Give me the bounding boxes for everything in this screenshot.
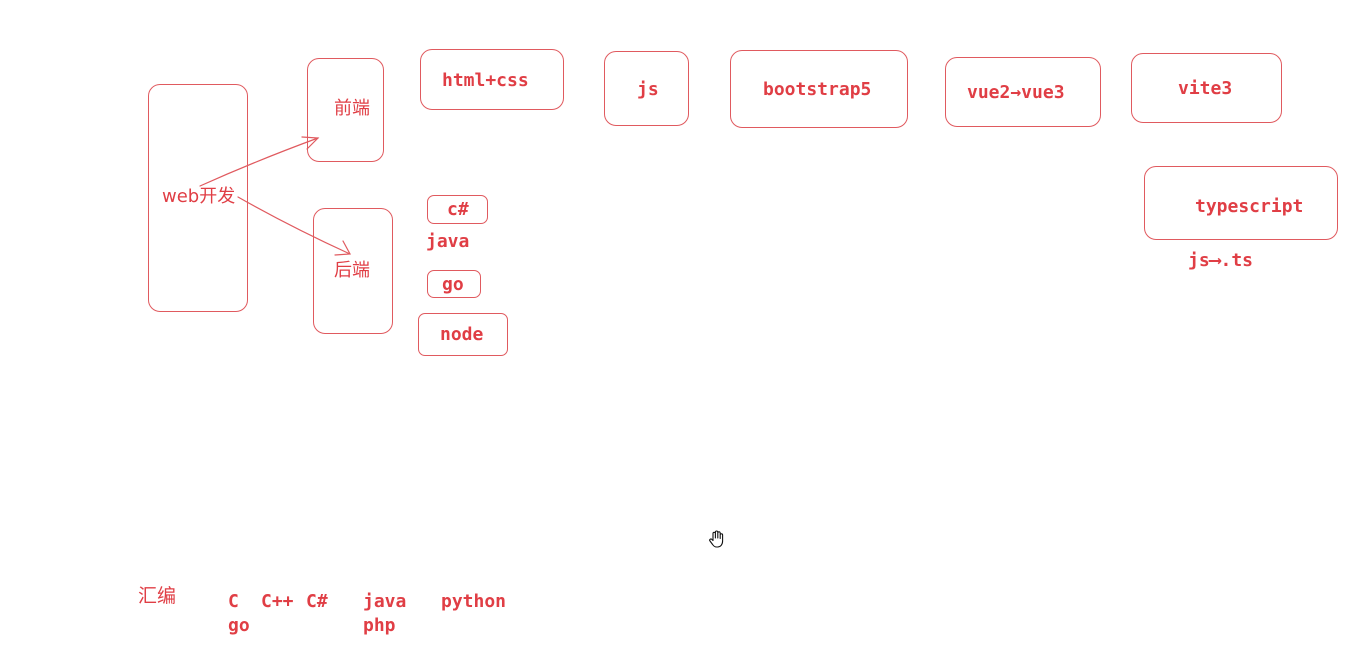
lang-java: java [363,591,407,612]
lang-c: C [228,591,239,612]
lang-go: go [228,615,250,636]
whiteboard-canvas[interactable]: web开发 前端 后端 html+css js bootstrap5 vue2→… [0,0,1365,662]
java-label: java [426,231,470,252]
csharp-label: c# [447,199,469,220]
hand-cursor-icon [709,530,724,548]
lang-cpp: C++ [261,591,294,612]
js-to-ts-note: js⟶.ts [1188,250,1254,271]
lang-csharp: C# [306,591,328,612]
node-label: node [440,324,484,345]
vue-label: vue2→vue3 [967,82,1065,103]
html-css-label: html+css [442,70,529,91]
vite-label: vite3 [1178,78,1233,99]
assembly-label: 汇编 [138,585,177,607]
lang-python: python [441,591,507,612]
web-dev-label: web开发 [162,186,236,207]
go-label: go [442,274,464,295]
bootstrap-label: bootstrap5 [763,79,872,100]
backend-label: 后端 [334,260,370,281]
lang-php: php [363,615,396,636]
frontend-label: 前端 [334,98,370,119]
typescript-label: typescript [1195,196,1304,217]
js-label: js [637,79,659,100]
